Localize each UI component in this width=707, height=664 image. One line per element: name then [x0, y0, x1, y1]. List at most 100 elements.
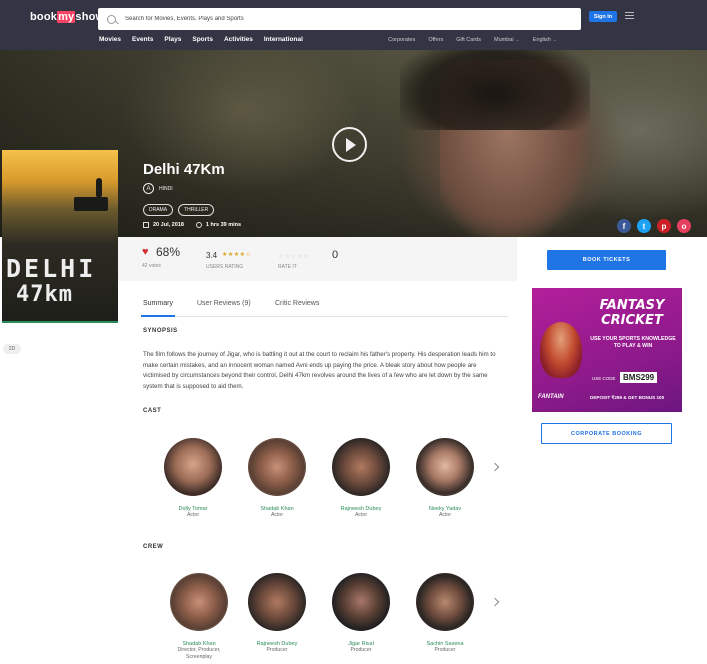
nav-international[interactable]: International: [264, 36, 303, 43]
detail-tabs: Summary User Reviews (9) Critic Reviews: [141, 300, 508, 317]
ad-headline-line2: CRICKET: [601, 313, 663, 328]
fantain-logo: FANTAIN: [538, 394, 564, 400]
corporate-booking-button[interactable]: CORPORATE BOOKING: [541, 423, 672, 444]
facebook-icon[interactable]: f: [617, 219, 631, 233]
chevron-down-icon: ⌄: [515, 37, 520, 43]
clock-icon: [195, 222, 202, 228]
crew-member[interactable]: Jigar Rival Producer: [326, 573, 396, 654]
nav-sports[interactable]: Sports: [192, 36, 213, 43]
crew-role: Producer: [350, 647, 372, 653]
synopsis-heading: SYNOPSIS: [143, 328, 178, 334]
cast-role: Actor: [438, 512, 452, 518]
cast-member[interactable]: Neeky Yadav Actor: [410, 438, 480, 519]
tab-summary[interactable]: Summary: [141, 300, 175, 317]
fantasy-cricket-ad[interactable]: FANTASY CRICKET USE YOUR SPORTS KNOWLEDG…: [532, 288, 682, 412]
search-input[interactable]: [125, 16, 565, 22]
nav-plays[interactable]: Plays: [164, 36, 181, 43]
rate-it-label: RATE IT: [278, 264, 297, 270]
cast-member[interactable]: Dolly Tomar Actor: [158, 438, 228, 519]
synopsis-text: The film follows the journey of Jigar, w…: [143, 351, 496, 390]
ad-use-code-label: USE CODE: [592, 376, 616, 381]
tab-critic-reviews[interactable]: Critic Reviews: [275, 300, 319, 307]
menu-icon[interactable]: [625, 12, 634, 20]
play-trailer-icon[interactable]: [332, 127, 367, 162]
user-score: 3.4: [206, 251, 218, 260]
crew-member[interactable]: Rajneesh Dubey Producer: [242, 573, 312, 654]
avatar: [416, 573, 474, 631]
instagram-icon[interactable]: o: [677, 219, 691, 233]
calendar-icon: [143, 222, 149, 228]
nav-gift-cards[interactable]: Gift Cards: [456, 37, 481, 43]
chevron-down-icon: ⌄: [552, 37, 557, 43]
share-buttons: f t p o: [617, 219, 691, 233]
rating-percent: 68%: [156, 245, 181, 259]
ad-deposit-offer: DEPOSIT ₹299 & GET BONUS 100: [590, 395, 665, 400]
cricket-player-image: [540, 322, 582, 378]
rate-it-count: 0: [332, 249, 339, 261]
genre-tag[interactable]: DRAMA: [143, 204, 174, 216]
cast-heading: CAST: [143, 408, 162, 414]
poster-figure: [96, 178, 102, 198]
ad-tagline: USE YOUR SPORTS KNOWLEDGE TO PLAY & WIN: [590, 336, 676, 349]
main-nav: Movies Events Plays Sports Activities In…: [99, 36, 303, 43]
ad-headline: FANTASY CRICKET: [587, 298, 677, 328]
format-badge: 2D: [3, 344, 21, 354]
pinterest-icon[interactable]: p: [657, 219, 671, 233]
vote-count: 42 votes: [142, 263, 161, 269]
crew-member[interactable]: Sachin Saxena Producer: [410, 573, 480, 654]
ratings-bar: ♥ 68% 42 votes 3.4 ★★★★☆ USERS RATING ☆☆…: [118, 237, 517, 281]
avatar: [332, 573, 390, 631]
crew-heading: CREW: [143, 544, 164, 550]
nav-activities[interactable]: Activities: [224, 36, 253, 43]
poster-title-line1: DELHI: [6, 254, 97, 283]
heart-icon: ♥: [142, 246, 149, 258]
poster-title-line2: 47km: [16, 282, 73, 307]
city-selector[interactable]: Mumbai ⌄: [494, 37, 520, 43]
nav-events[interactable]: Events: [132, 36, 153, 43]
language-label: HINDI: [159, 185, 173, 192]
twitter-icon[interactable]: t: [637, 219, 651, 233]
language-selector[interactable]: English ⌄: [533, 37, 557, 43]
avatar: [248, 573, 306, 631]
cast-role: Actor: [186, 512, 200, 518]
search-box[interactable]: [98, 8, 581, 30]
book-tickets-button[interactable]: BOOK TICKETS: [547, 250, 666, 270]
movie-poster: DELHI 47km: [2, 150, 118, 323]
crew-member[interactable]: Shadab Khan Director, Producer, Screenpl…: [164, 573, 234, 660]
genre-tags: DRAMA THRILLER: [143, 204, 215, 216]
user-rating-stars: ★★★★☆: [222, 252, 252, 258]
avatar: [332, 438, 390, 496]
crew-role: Producer: [434, 647, 456, 653]
nav-movies[interactable]: Movies: [99, 36, 121, 43]
cast-member[interactable]: Shadab Khan Actor: [242, 438, 312, 519]
genre-tag[interactable]: THRILLER: [178, 204, 215, 216]
cast-member[interactable]: Rajneesh Dubey Actor: [326, 438, 396, 519]
search-icon: [107, 14, 116, 24]
ad-headline-line1: FANTASY: [599, 298, 665, 313]
nav-corporates[interactable]: Corporates: [388, 37, 415, 43]
duration: 1 hrs 39 mins: [205, 222, 242, 228]
movie-title: Delhi 47Km: [143, 161, 225, 178]
language-icon: A: [143, 183, 154, 194]
cast-role: Actor: [270, 512, 284, 518]
crew-role-extra: Screenplay: [186, 653, 212, 660]
cast-role: Actor: [354, 512, 368, 518]
avatar: [170, 573, 228, 631]
avatar: [248, 438, 306, 496]
rate-it-stars[interactable]: ☆☆☆☆☆: [278, 253, 310, 260]
crew-next-arrow-icon[interactable]: [490, 597, 500, 607]
poster-jeep: [74, 197, 108, 211]
release-info: 20 Jul, 2018 1 hrs 39 mins: [143, 222, 241, 228]
sign-in-button[interactable]: Sign In: [589, 11, 617, 22]
tab-user-reviews[interactable]: User Reviews (9): [197, 300, 251, 307]
bookmyshow-logo[interactable]: bookmyshow: [30, 11, 104, 23]
ad-promo-code: BMS299: [620, 372, 658, 383]
secondary-nav: Corporates Offers Gift Cards Mumbai ⌄ Eng…: [388, 37, 557, 43]
language-row: A HINDI: [143, 183, 173, 194]
avatar: [164, 438, 222, 496]
release-date: 20 Jul, 2018: [153, 222, 184, 228]
cast-next-arrow-icon[interactable]: [490, 462, 500, 472]
avatar: [416, 438, 474, 496]
crew-role: Producer: [266, 647, 288, 653]
nav-offers[interactable]: Offers: [428, 37, 443, 43]
